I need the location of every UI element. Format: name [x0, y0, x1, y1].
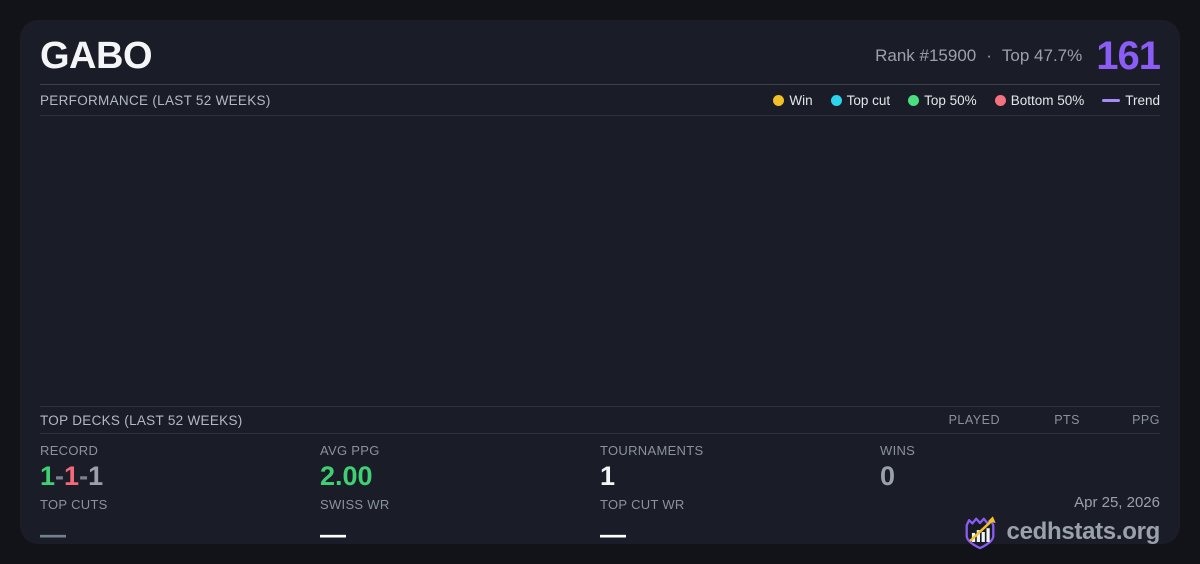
bottom50-dot-icon: [994, 94, 1006, 106]
top-percent-text: Top 47.7%: [1001, 46, 1083, 65]
stat-record: RECORD 1-1-1 TOP CUTS —: [40, 443, 320, 547]
chart-legend: Win Top cut Top 50% Bottom 50% Trend: [773, 93, 1160, 108]
player-stats-card: GABO Rank #15900 · Top 47.7% 161 PERFORM…: [20, 20, 1180, 550]
stats-footer: RECORD 1-1-1 TOP CUTS — AVG PPG 2.00 SWI…: [40, 434, 1160, 550]
legend-label: Trend: [1125, 92, 1160, 108]
legend-label: Win: [789, 92, 813, 108]
brand-row: cedhstats.org: [961, 513, 1160, 551]
column-ppg: PPG: [1132, 413, 1160, 427]
top-cut-wr-value: —: [600, 519, 626, 550]
rank-separator: ·: [986, 46, 992, 65]
rank-text: Rank #15900: [875, 46, 977, 65]
record-separator: -: [79, 461, 89, 491]
legend-label: Top cut: [846, 92, 891, 108]
stat-avg-ppg: AVG PPG 2.00 SWISS WR —: [320, 443, 600, 547]
win-dot-icon: [773, 94, 785, 106]
tournaments-label: TOURNAMENTS: [600, 443, 704, 458]
column-pts: PTS: [1054, 413, 1080, 427]
legend-label: Bottom 50%: [1010, 92, 1085, 108]
cedhstats-shield-logo-icon: [965, 516, 996, 550]
top-cuts-value: —: [40, 519, 66, 550]
legend-label: Top 50%: [924, 92, 977, 108]
performance-title: PERFORMANCE (LAST 52 WEEKS): [40, 92, 271, 108]
legend-item-win: Win: [773, 92, 813, 108]
rank-line: Rank #15900 · Top 47.7%: [875, 46, 1082, 66]
legend-item-top50: Top 50%: [908, 93, 977, 108]
top-decks-title: TOP DECKS (LAST 52 WEEKS): [40, 412, 243, 428]
stat-tournaments: TOURNAMENTS 1 TOP CUT WR —: [600, 443, 880, 547]
legend-item-bottom50: Bottom 50%: [994, 92, 1085, 108]
record-draws: 1: [88, 461, 104, 491]
topcut-dot-icon: [830, 94, 842, 106]
legend-item-topcut: Top cut: [830, 92, 891, 108]
trend-line-icon: [1102, 98, 1121, 102]
player-name: GABO: [40, 34, 153, 77]
card-header: GABO Rank #15900 · Top 47.7% 161: [40, 20, 1161, 84]
player-score: 161: [1096, 33, 1161, 78]
avg-ppg-label: AVG PPG: [320, 443, 380, 458]
footer-branding: Apr 25, 2026 cedhstats.org: [961, 494, 1160, 551]
performance-header: PERFORMANCE (LAST 52 WEEKS) Win Top cut …: [40, 85, 1160, 115]
wins-value: 0: [880, 461, 896, 491]
avg-ppg-value: 2.00: [320, 461, 373, 491]
tournaments-value: 1: [600, 461, 616, 491]
brand-text: cedhstats.org: [1006, 518, 1161, 545]
top-decks-columns: PLAYED PTS PPG: [920, 413, 1160, 427]
top-cuts-label: TOP CUTS: [40, 497, 108, 513]
record-label: RECORD: [40, 443, 99, 458]
top-cut-wr-label: TOP CUT WR: [600, 497, 685, 513]
swiss-wr-value: —: [320, 519, 346, 550]
footer-date: Apr 25, 2026: [1074, 494, 1160, 511]
wins-label: WINS: [880, 443, 916, 458]
header-right: Rank #15900 · Top 47.7% 161: [875, 33, 1161, 79]
record-wins: 1: [40, 461, 56, 491]
swiss-wr-label: SWISS WR: [320, 497, 390, 513]
column-played: PLAYED: [948, 413, 1000, 427]
performance-chart-area: [40, 116, 1160, 406]
top-decks-header: TOP DECKS (LAST 52 WEEKS) PLAYED PTS PPG: [40, 407, 1160, 433]
record-separator: -: [55, 461, 65, 491]
record-losses: 1: [64, 461, 80, 491]
legend-item-trend: Trend: [1102, 93, 1160, 108]
record-value: 1-1-1: [40, 461, 320, 492]
top50-dot-icon: [908, 94, 920, 106]
